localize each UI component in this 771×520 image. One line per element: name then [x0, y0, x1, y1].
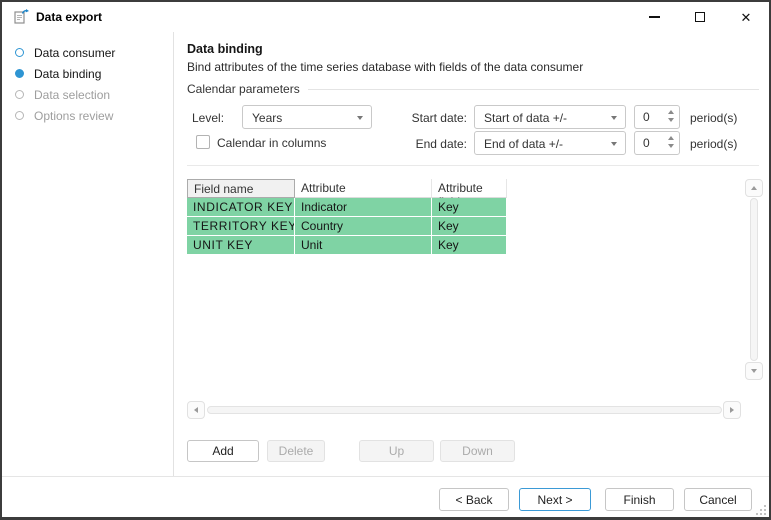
next-button[interactable]: Next > — [519, 488, 591, 511]
start-offset-spinner[interactable] — [634, 105, 680, 129]
binding-table: Field name Attribute Attribute field IND… — [187, 179, 507, 255]
up-down-arrows-icon[interactable] — [668, 110, 674, 122]
window-title: Data export — [36, 10, 103, 24]
table-row[interactable]: TERRITORY KEY Country Key — [187, 217, 507, 236]
group-label: Calendar parameters — [187, 82, 300, 96]
calendar-in-columns-checkbox[interactable] — [196, 135, 210, 149]
step-label: Data selection — [34, 87, 111, 102]
scroll-down-button[interactable] — [745, 362, 763, 380]
resize-grip[interactable] — [756, 505, 766, 515]
up-button[interactable]: Up — [359, 440, 434, 462]
cell-attribute-field[interactable]: Key — [432, 236, 507, 255]
column-header-attribute[interactable]: Attribute — [295, 179, 432, 198]
step-circle-icon — [15, 90, 24, 99]
chevron-down-icon — [357, 116, 363, 120]
step-circle-icon — [15, 48, 24, 57]
wizard-steps-sidebar: Data consumer Data binding Data selectio… — [2, 32, 174, 476]
page-title: Data binding — [187, 42, 263, 56]
horizontal-scrollbar-track[interactable] — [207, 406, 722, 414]
cancel-button[interactable]: Cancel — [684, 488, 752, 511]
up-down-arrows-icon[interactable] — [668, 136, 674, 148]
cell-attribute-field[interactable]: Key — [432, 198, 507, 217]
end-date-value: End of data +/- — [484, 137, 564, 151]
export-document-icon — [14, 9, 29, 24]
level-value: Years — [252, 111, 283, 125]
start-date-dropdown[interactable]: Start of data +/- — [474, 105, 626, 129]
arrow-left-icon — [194, 407, 198, 413]
level-label: Level: — [192, 111, 225, 125]
step-label: Data binding — [34, 66, 102, 81]
table-row[interactable]: UNIT KEY Unit Key — [187, 236, 507, 255]
column-header-field-name[interactable]: Field name — [187, 179, 295, 198]
step-data-binding[interactable]: Data binding — [2, 63, 173, 84]
end-date-label: End date: — [415, 137, 467, 151]
arrow-up-icon — [751, 186, 757, 190]
step-data-consumer[interactable]: Data consumer — [2, 42, 173, 63]
scroll-right-button[interactable] — [723, 401, 741, 419]
delete-button[interactable]: Delete — [267, 440, 325, 462]
data-export-dialog: Data export ✕ Data consumer Data binding… — [0, 0, 771, 520]
title-bar: Data export ✕ — [2, 2, 769, 32]
level-dropdown[interactable]: Years — [242, 105, 372, 129]
step-label: Data consumer — [34, 45, 116, 60]
cell-attribute-field[interactable]: Key — [432, 217, 507, 236]
table-row[interactable]: INDICATOR KEY Indicator Key — [187, 198, 507, 217]
end-offset-spinner[interactable] — [634, 131, 680, 155]
maximize-icon — [695, 12, 705, 22]
scroll-left-button[interactable] — [187, 401, 205, 419]
minimize-icon — [648, 16, 660, 18]
end-offset-input[interactable] — [643, 136, 665, 150]
cell-field-name[interactable]: UNIT KEY — [187, 236, 295, 255]
cell-field-name[interactable]: INDICATOR KEY — [187, 198, 295, 217]
scroll-up-button[interactable] — [745, 179, 763, 197]
cell-attribute[interactable]: Country — [295, 217, 432, 236]
back-button[interactable]: < Back — [439, 488, 509, 511]
maximize-button[interactable] — [677, 2, 723, 32]
start-periods-label: period(s) — [690, 111, 738, 125]
group-bottom-rule — [187, 165, 759, 166]
step-label: Options review — [34, 108, 114, 123]
minimize-button[interactable] — [631, 2, 677, 32]
chevron-down-icon — [611, 142, 617, 146]
step-options-review[interactable]: Options review — [2, 105, 173, 126]
add-button[interactable]: Add — [187, 440, 259, 462]
finish-button[interactable]: Finish — [605, 488, 674, 511]
start-date-label: Start date: — [411, 111, 467, 125]
cell-field-name[interactable]: TERRITORY KEY — [187, 217, 295, 236]
close-button[interactable]: ✕ — [723, 2, 769, 32]
arrow-right-icon — [730, 407, 734, 413]
close-icon: ✕ — [740, 9, 752, 25]
down-button[interactable]: Down — [440, 440, 515, 462]
table-header: Field name Attribute Attribute field — [187, 179, 507, 209]
start-offset-input[interactable] — [643, 110, 665, 124]
chevron-down-icon — [611, 116, 617, 120]
calendar-parameters-group: Calendar parameters — [187, 82, 759, 96]
step-circle-icon — [15, 69, 24, 78]
footer-separator — [2, 476, 769, 477]
arrow-down-icon — [751, 369, 757, 373]
page-description: Bind attributes of the time series datab… — [187, 60, 584, 74]
end-periods-label: period(s) — [690, 137, 738, 151]
vertical-scrollbar-track[interactable] — [750, 198, 758, 361]
calendar-in-columns-label: Calendar in columns — [217, 136, 327, 150]
step-data-selection[interactable]: Data selection — [2, 84, 173, 105]
start-date-value: Start of data +/- — [484, 111, 568, 125]
step-circle-icon — [15, 111, 24, 120]
cell-attribute[interactable]: Indicator — [295, 198, 432, 217]
cell-attribute[interactable]: Unit — [295, 236, 432, 255]
end-date-dropdown[interactable]: End of data +/- — [474, 131, 626, 155]
column-header-attribute-field[interactable]: Attribute field — [432, 179, 507, 209]
group-rule — [307, 88, 759, 90]
